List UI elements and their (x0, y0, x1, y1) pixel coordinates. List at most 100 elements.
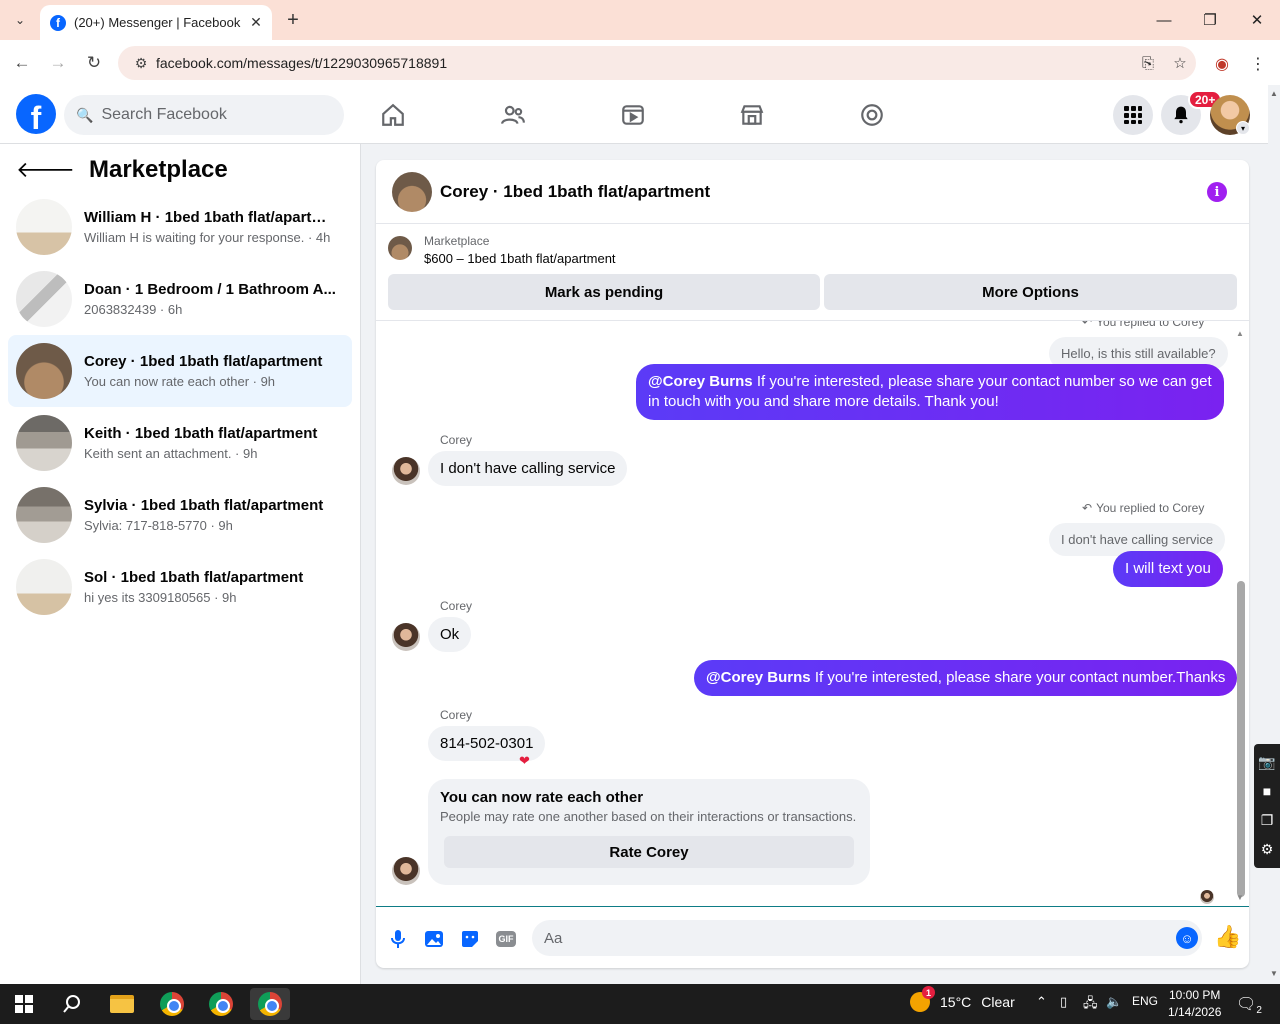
restore-icon[interactable]: ❐ (1190, 6, 1230, 34)
conversation-item[interactable]: Sol · 1bed 1bath flat/apartment hi yes i… (8, 551, 352, 623)
microphone-icon[interactable] (386, 927, 410, 951)
facebook-logo-icon[interactable]: f (16, 94, 56, 134)
conversation-name: Sylvia · 1bed 1bath flat/apartment (84, 497, 324, 514)
conversation-item[interactable]: Sylvia · 1bed 1bath flat/apartment Sylvi… (8, 479, 352, 551)
video-camera-icon[interactable]: ■ (1263, 783, 1271, 799)
bookmark-star-icon[interactable]: ☆ (1164, 54, 1196, 72)
outgoing-message[interactable]: @Corey Burns If you're interested, pleas… (636, 364, 1224, 420)
temperature: 15°C (940, 994, 972, 1010)
emoji-icon[interactable]: ☺ (1176, 927, 1198, 949)
incoming-message[interactable]: I don't have calling service (428, 451, 628, 486)
conversation-name: Keith · 1bed 1bath flat/apartment (84, 425, 318, 442)
video-icon[interactable] (611, 93, 655, 137)
scroll-thumb[interactable] (1237, 581, 1245, 897)
clock[interactable]: 10:00 PM 1/14/2026 (1168, 987, 1221, 1021)
sender-name: Corey (440, 433, 473, 447)
home-icon[interactable] (371, 93, 415, 137)
chrome-icon[interactable] (152, 988, 192, 1020)
windows-start-icon[interactable] (4, 988, 44, 1020)
profile-icon[interactable]: ◉ (1210, 52, 1234, 76)
window-close-icon[interactable]: ✕ (1237, 6, 1277, 34)
conversation-snippet: Keith sent an attachment. · 9h (84, 446, 258, 461)
site-info-icon[interactable]: ⚙ (126, 55, 156, 72)
message-input-box[interactable] (532, 920, 1202, 956)
conversation-item[interactable]: Doan · 1 Bedroom / 1 Bathroom A... 20638… (8, 263, 352, 335)
taskbar-search-icon[interactable] (52, 988, 92, 1020)
back-icon[interactable]: ← (9, 50, 35, 76)
conversation-name: Sol · 1bed 1bath flat/apartment (84, 569, 304, 586)
tray-chevron-up-icon[interactable]: ⌃ (1036, 994, 1047, 1010)
rate-corey-button[interactable]: Rate Corey (444, 836, 854, 868)
minimize-icon[interactable]: — (1144, 6, 1184, 34)
thumbs-up-icon[interactable]: 👍 (1214, 924, 1241, 950)
outgoing-message[interactable]: I will text you (1113, 551, 1223, 587)
file-explorer-icon[interactable] (102, 988, 142, 1020)
new-tab-icon[interactable]: + (281, 8, 305, 32)
omnibox[interactable]: ⚙ facebook.com/messages/t/12290309657188… (118, 46, 1196, 80)
marketplace-sidebar: 🡐 Marketplace William H · 1bed 1bath fla… (0, 144, 361, 984)
tab-search-dropdown-icon[interactable]: ⌄ (8, 8, 32, 32)
photo-icon[interactable] (422, 927, 446, 951)
search-input[interactable] (101, 106, 322, 124)
browser-tab[interactable]: f (20+) Messenger | Facebook ✕ (40, 5, 272, 40)
listing-thumbnail (16, 343, 72, 399)
clock-date: 1/14/2026 (1168, 1005, 1222, 1019)
sticker-icon[interactable] (458, 927, 482, 951)
settings-gear-icon[interactable]: ⚙ (1261, 841, 1274, 858)
page-scroll-up-icon[interactable]: ▲ (1270, 89, 1278, 98)
tab-close-icon[interactable]: ✕ (246, 13, 266, 33)
mark-as-pending-button[interactable]: Mark as pending (388, 274, 820, 310)
sender-avatar[interactable] (392, 623, 420, 651)
conversation-item-active[interactable]: Corey · 1bed 1bath flat/apartment You ca… (8, 335, 352, 407)
incoming-message[interactable]: Ok (428, 617, 472, 652)
heart-reaction-icon[interactable]: ❤ (519, 753, 530, 769)
conversation-item[interactable]: Keith · 1bed 1bath flat/apartment Keith … (8, 407, 352, 479)
reply-arrow-icon: ↶ (1082, 321, 1093, 329)
listing-thumbnail[interactable] (388, 236, 412, 260)
language-indicator[interactable]: ENG (1132, 994, 1158, 1008)
scroll-up-icon[interactable]: ▲ (1236, 329, 1244, 338)
message-scrollbar[interactable]: ▲ ▼ (1234, 329, 1246, 904)
mention[interactable]: @Corey Burns (648, 373, 753, 390)
browser-menu-icon[interactable]: ⋮ (1246, 52, 1270, 76)
conversation-name: Corey · 1bed 1bath flat/apartment (84, 353, 323, 370)
chrome-active-icon[interactable] (250, 988, 290, 1020)
conversation-item[interactable]: William H · 1bed 1bath flat/apartm... Wi… (8, 191, 352, 263)
chat-avatar[interactable] (392, 171, 432, 212)
install-app-icon[interactable]: ⎘ (1132, 55, 1164, 72)
more-options-button[interactable]: More Options (824, 274, 1237, 310)
url-text[interactable]: facebook.com/messages/t/1229030965718891 (156, 55, 1132, 71)
scroll-down-icon[interactable]: ▼ (1236, 893, 1244, 902)
camera-icon[interactable]: 📷 (1258, 754, 1275, 771)
forward-icon[interactable]: → (45, 50, 71, 76)
conversation-snippet: William H is waiting for your response. … (84, 230, 331, 245)
marketplace-icon[interactable] (730, 93, 774, 137)
window-copy-icon[interactable]: ❐ (1261, 812, 1274, 829)
page-scroll-down-icon[interactable]: ▼ (1270, 969, 1278, 978)
reload-icon[interactable]: ↻ (81, 50, 107, 76)
sender-avatar[interactable] (392, 457, 420, 485)
menu-grid-icon[interactable] (1113, 95, 1153, 135)
reply-indicator: ↶ You replied to Corey (1082, 321, 1204, 329)
mention[interactable]: @Corey Burns (706, 669, 811, 686)
network-icon[interactable]: 🖧 (1083, 994, 1098, 1016)
tray-device-icon[interactable]: ▯ (1060, 994, 1067, 1010)
gif-icon[interactable]: GIF (494, 927, 518, 951)
info-icon[interactable]: i (1207, 182, 1227, 202)
conversation-snippet: 2063832439 · 6h (84, 302, 183, 317)
chrome-profile-icon[interactable] (201, 988, 241, 1020)
notification-center-icon[interactable]: 🗨2 (1236, 994, 1262, 1016)
volume-icon[interactable]: 🔈 (1106, 994, 1122, 1010)
sender-avatar[interactable] (392, 857, 420, 885)
listing-price-title[interactable]: $600 – 1bed 1bath flat/apartment (424, 251, 616, 266)
weather-widget[interactable]: 1 15°C Clear (910, 986, 1015, 1012)
message-input[interactable] (544, 929, 1144, 947)
account-chevron-down-icon[interactable]: ▾ (1236, 121, 1250, 135)
reply-indicator: ↶ You replied to Corey (1082, 501, 1205, 515)
gaming-icon[interactable] (850, 93, 894, 137)
friends-icon[interactable] (491, 93, 535, 137)
chat-title[interactable]: Corey · 1bed 1bath flat/apartment (440, 182, 710, 202)
outgoing-message[interactable]: @Corey Burns If you're interested, pleas… (694, 660, 1238, 696)
search-box[interactable]: 🔍 (64, 95, 344, 135)
back-arrow-icon[interactable]: 🡐 (16, 157, 75, 183)
